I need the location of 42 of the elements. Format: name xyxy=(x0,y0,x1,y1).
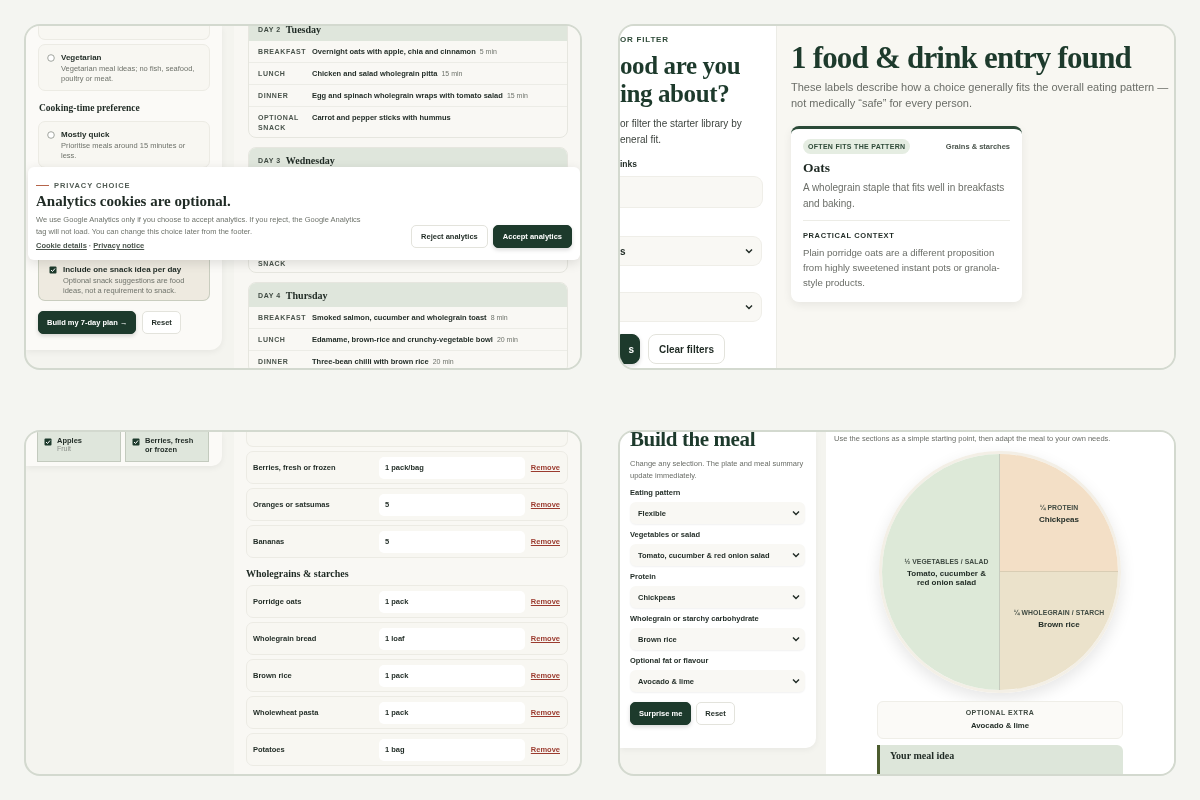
heading-line: ing about? xyxy=(620,80,731,108)
portion-food: Tomato, cucumber & red onion salad xyxy=(906,568,987,587)
intro-line: eneral fit. xyxy=(620,133,663,147)
results-note: These labels describe how a choice generally fits the overall eating pattern — not medically “safe” for every person. xyxy=(791,80,1170,111)
section-heading: Cooking-time preference xyxy=(39,103,141,113)
banner-title: Analytics cookies are optional. xyxy=(36,193,232,210)
heading-line: ood are you xyxy=(620,52,742,80)
portion-food: Brown rice xyxy=(1037,620,1081,629)
option-title: Include one snack idea per day xyxy=(63,265,183,274)
radio-button[interactable] xyxy=(47,54,55,62)
option-title: Vegetarian xyxy=(61,53,103,62)
portion-food: Chickpeas xyxy=(1038,515,1080,524)
chevron-down-icon xyxy=(792,510,800,516)
chevron-down-icon xyxy=(792,636,800,642)
checkbox-checked[interactable] xyxy=(44,438,52,446)
checkbox-checked[interactable] xyxy=(132,438,140,446)
chevron-down-icon xyxy=(792,678,800,684)
results-title: 1 food & drink entry found xyxy=(791,40,1133,76)
group-heading: Wholegrains & starches xyxy=(246,568,350,579)
day-name: Thursday xyxy=(285,289,328,301)
food-name: Oats xyxy=(803,160,831,176)
section-kicker: OR FILTER xyxy=(620,35,670,44)
select-field[interactable]: s xyxy=(620,236,762,266)
summary-title: Your meal idea xyxy=(890,750,956,761)
food-summary: A wholegrain staple that fits well in breakfasts and baking. xyxy=(803,181,1006,211)
select-field[interactable] xyxy=(620,292,762,322)
chevron-down-icon xyxy=(792,552,800,558)
checkbox-checked[interactable] xyxy=(49,266,57,274)
search-field[interactable] xyxy=(620,176,763,208)
secondary-button[interactable]: Clear filters xyxy=(648,334,726,364)
chevron-down-icon xyxy=(745,248,753,254)
context-text: Plain porridge oats are a different proposition from highly sweetened instant pots or granola-style products. xyxy=(803,246,1001,290)
chevron-down-icon xyxy=(792,594,800,600)
chevron-down-icon xyxy=(745,304,753,310)
day-name: Tuesday xyxy=(285,26,322,35)
option-title: Mostly quick xyxy=(61,130,111,139)
builder-title: Build the meal xyxy=(630,432,757,452)
field-label: inks xyxy=(620,159,638,169)
intro-line: or filter the starter library by xyxy=(620,117,743,131)
day-name: Wednesday xyxy=(285,154,335,166)
primary-button[interactable]: s xyxy=(620,334,640,364)
radio-button[interactable] xyxy=(47,131,55,139)
